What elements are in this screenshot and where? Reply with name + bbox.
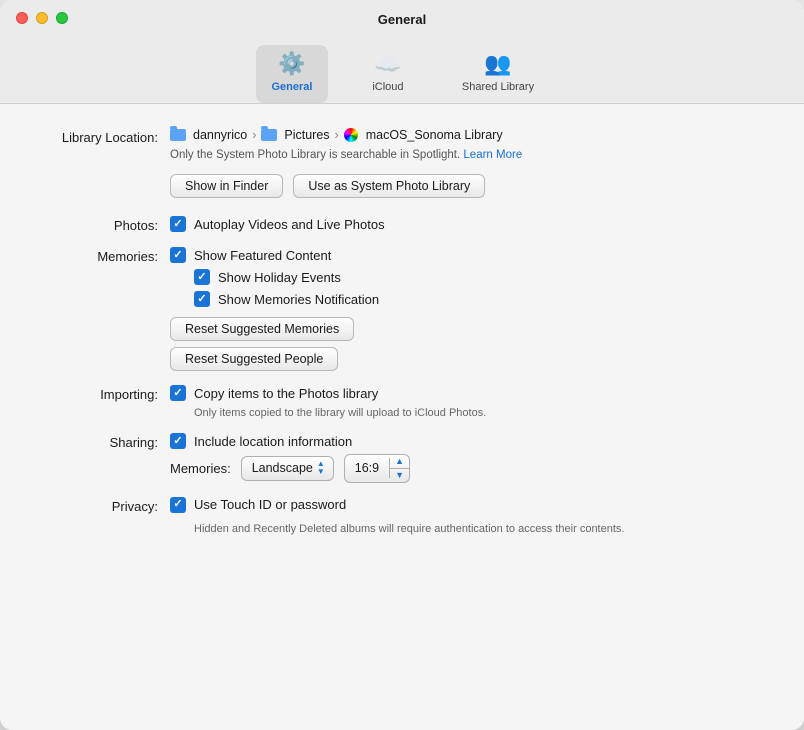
sharing-content: Include location information Memories: L… — [170, 433, 764, 483]
memories-notification-label: Show Memories Notification — [218, 292, 379, 307]
titlebar: General ⚙️ General ☁️ iCloud 👥 Shared Li… — [0, 0, 804, 104]
memories-format-row: Memories: Landscape ▲ ▼ 16:9 ▲ ▼ — [170, 454, 764, 483]
preferences-window: General ⚙️ General ☁️ iCloud 👥 Shared Li… — [0, 0, 804, 730]
library-location-row: Library Location: dannyrico › Pictures ›… — [40, 128, 764, 202]
stepper-buttons: ▲ ▼ — [390, 455, 409, 482]
stepper-up-button[interactable]: ▲ — [390, 455, 409, 469]
memories-notification-row: Show Memories Notification — [194, 291, 764, 307]
touch-id-label: Use Touch ID or password — [194, 497, 346, 512]
tab-shared-library[interactable]: 👥 Shared Library — [448, 45, 548, 103]
copy-items-row: Copy items to the Photos library — [170, 385, 764, 401]
autoplay-label: Autoplay Videos and Live Photos — [194, 217, 385, 232]
window-title: General — [16, 12, 788, 27]
reset-suggested-memories-button[interactable]: Reset Suggested Memories — [170, 317, 354, 341]
icloud-icon: ☁️ — [374, 51, 401, 77]
holiday-events-label: Show Holiday Events — [218, 270, 341, 285]
photos-label: Photos: — [40, 216, 170, 233]
holiday-events-checkbox[interactable] — [194, 269, 210, 285]
sharing-label: Sharing: — [40, 433, 170, 450]
include-location-checkbox[interactable] — [170, 433, 186, 449]
breadcrumb-dannyrico: dannyrico — [193, 128, 247, 142]
importing-row: Importing: Copy items to the Photos libr… — [40, 385, 764, 419]
photos-app-icon — [344, 128, 358, 142]
memories-label: Memories: — [40, 247, 170, 264]
privacy-label: Privacy: — [40, 497, 170, 514]
landscape-value: Landscape — [252, 461, 313, 475]
touch-id-subtext: Hidden and Recently Deleted albums will … — [194, 521, 654, 538]
tab-shared-library-label: Shared Library — [462, 81, 534, 93]
folder-icon-pictures — [261, 129, 277, 141]
importing-label: Importing: — [40, 385, 170, 402]
stepper-down-button[interactable]: ▼ — [390, 469, 409, 482]
library-buttons: Show in Finder Use as System Photo Libra… — [170, 174, 764, 198]
aspect-ratio-value: 16:9 — [345, 458, 390, 478]
tab-icloud[interactable]: ☁️ iCloud — [352, 45, 424, 103]
memories-row: Memories: Show Featured Content Show Hol… — [40, 247, 764, 371]
copy-items-label: Copy items to the Photos library — [194, 386, 378, 401]
breadcrumb-pictures: Pictures — [284, 128, 329, 142]
memories-format-label: Memories: — [170, 461, 231, 476]
library-location-content: dannyrico › Pictures › macOS_Sonoma Libr… — [170, 128, 764, 202]
featured-content-label: Show Featured Content — [194, 248, 331, 263]
importing-content: Copy items to the Photos library Only it… — [170, 385, 764, 419]
privacy-content: Use Touch ID or password Hidden and Rece… — [170, 497, 764, 538]
autoplay-checkbox[interactable] — [170, 216, 186, 232]
touch-id-row: Use Touch ID or password — [170, 497, 764, 513]
memories-notification-checkbox[interactable] — [194, 291, 210, 307]
breadcrumb-library: macOS_Sonoma Library — [366, 128, 503, 142]
learn-more-link[interactable]: Learn More — [463, 149, 522, 161]
toolbar: ⚙️ General ☁️ iCloud 👥 Shared Library — [256, 37, 548, 103]
autoplay-checkbox-row: Autoplay Videos and Live Photos — [170, 216, 764, 232]
include-location-label: Include location information — [194, 434, 352, 449]
library-location-label: Library Location: — [40, 128, 170, 145]
memories-content: Show Featured Content Show Holiday Event… — [170, 247, 764, 371]
include-location-row: Include location information — [170, 433, 764, 449]
sharing-row: Sharing: Include location information Me… — [40, 433, 764, 483]
content-area: Library Location: dannyrico › Pictures ›… — [0, 104, 804, 730]
holiday-events-row: Show Holiday Events — [194, 269, 764, 285]
gear-icon: ⚙️ — [278, 51, 305, 77]
breadcrumb: dannyrico › Pictures › macOS_Sonoma Libr… — [170, 128, 764, 142]
copy-items-subtext: Only items copied to the library will up… — [194, 407, 764, 419]
copy-items-checkbox[interactable] — [170, 385, 186, 401]
use-as-system-button[interactable]: Use as System Photo Library — [293, 174, 485, 198]
reset-suggested-people-button[interactable]: Reset Suggested People — [170, 347, 338, 371]
tab-general[interactable]: ⚙️ General — [256, 45, 328, 103]
photos-row: Photos: Autoplay Videos and Live Photos — [40, 216, 764, 233]
spotlight-text: Only the System Photo Library is searcha… — [170, 149, 764, 161]
aspect-ratio-stepper[interactable]: 16:9 ▲ ▼ — [344, 454, 410, 483]
show-in-finder-button[interactable]: Show in Finder — [170, 174, 283, 198]
privacy-row: Privacy: Use Touch ID or password Hidden… — [40, 497, 764, 538]
featured-content-row: Show Featured Content — [170, 247, 764, 263]
photos-content: Autoplay Videos and Live Photos — [170, 216, 764, 232]
folder-icon-dannyrico — [170, 129, 186, 141]
shared-library-icon: 👥 — [484, 51, 511, 77]
touch-id-checkbox[interactable] — [170, 497, 186, 513]
landscape-arrows: ▲ ▼ — [317, 460, 325, 478]
featured-content-checkbox[interactable] — [170, 247, 186, 263]
tab-general-label: General — [271, 81, 312, 93]
tab-icloud-label: iCloud — [372, 81, 403, 93]
landscape-select[interactable]: Landscape ▲ ▼ — [241, 456, 334, 482]
